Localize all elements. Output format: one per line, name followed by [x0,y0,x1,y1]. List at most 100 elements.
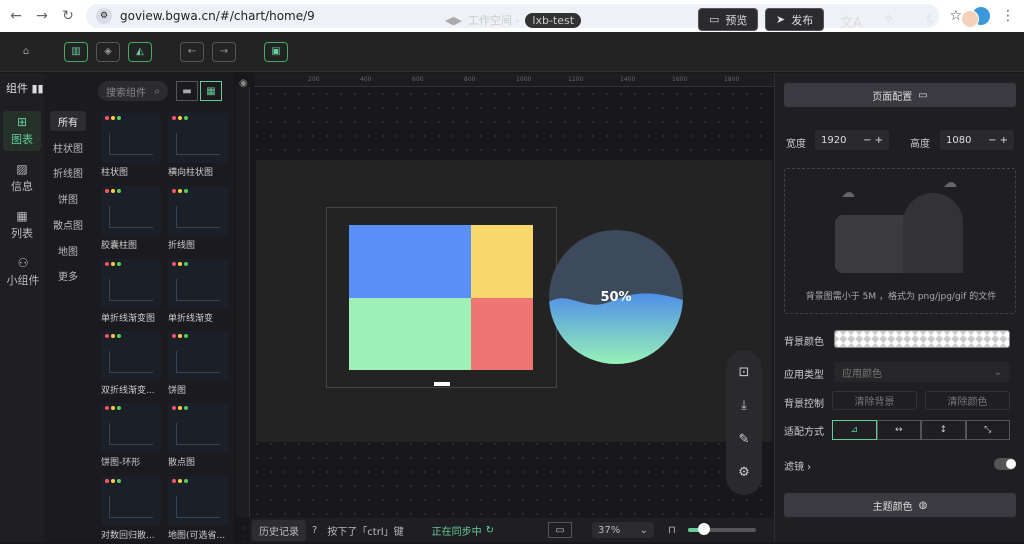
fit-fill-icon[interactable]: ⤡ [965,420,1010,440]
forward-icon[interactable]: → [34,8,50,24]
quadrant-red [471,298,533,370]
component-thumbnail [101,186,161,236]
window-dots-icon [105,479,121,483]
subcat-bar[interactable]: 柱状图 [50,137,86,157]
minus-plus-icon[interactable]: − + [863,135,883,146]
bg-control-label: 背景控制 [784,399,824,410]
width-input[interactable]: 1920 − + [815,130,889,150]
subcat-line[interactable]: 折线图 [50,162,86,182]
window-dots-icon [105,189,121,193]
horizontal-ruler: 200 400 600 800 1000 1200 1400 1600 1800 [254,73,774,87]
subcat-scatter[interactable]: 散点图 [50,214,86,234]
component-thumbnail [101,331,161,381]
home-icon[interactable]: ⌂ [14,42,38,62]
bookmark-star-icon[interactable]: ☆ [949,8,962,24]
component-card[interactable]: 横向柱状图 [168,113,228,181]
lock-icon[interactable]: ⊓ [668,525,676,536]
browser-menu-icon[interactable]: ⋮ [1000,8,1016,24]
category-info[interactable]: ▨ 信息 [3,158,41,198]
page-config-tab[interactable]: 页面配置 ▭ [784,83,1016,107]
width-label: 宽度 [786,139,806,150]
project-name[interactable]: lxb-test [525,12,582,28]
bg-color-picker[interactable] [834,330,1010,348]
subcat-all[interactable]: 所有 [50,111,86,131]
component-card[interactable]: 柱状图 [101,113,161,181]
minimap-toggle-icon[interactable]: ▭ [548,522,573,538]
ruler-tick: 1800 [724,76,740,83]
ruler-tick: 600 [412,76,424,83]
zoom-slider[interactable] [687,523,756,535]
component-card[interactable]: 胶囊柱图 [101,186,161,254]
category-chart[interactable]: ⊞ 图表 [3,111,41,151]
app-type-select[interactable]: 应用颜色 ⌄ [834,362,1010,382]
clear-color-button[interactable]: 清除颜色 [925,391,1010,410]
bag-icon[interactable]: ⊡ [739,365,750,380]
filter-toggle[interactable] [994,458,1016,470]
list-view-toggle[interactable]: ▬ [176,81,198,101]
water-ball-percent: 50% [600,290,632,305]
background-upload[interactable]: ☁ ☁ 背景图需小于 5M ，格式为 png/jpg/gif 的文件 [784,168,1016,314]
undo-icon[interactable]: ← [180,41,204,62]
component-card[interactable]: 双折线渐变... [101,331,161,399]
window-dots-icon [172,479,188,483]
window-dots-icon [105,334,121,338]
back-icon[interactable]: ← [8,8,24,24]
ruler-tick: 1200 [568,76,584,83]
component-card[interactable]: 散点图 [168,403,228,471]
ruler-tick: 400 [360,76,372,83]
eye-icon[interactable]: ◉ [239,78,248,89]
avatar[interactable] [961,10,979,28]
clear-bg-button[interactable]: 清除背景 [832,391,917,410]
edit-icon[interactable]: ✎ [739,432,750,447]
settings-icon[interactable]: ⚙ [738,465,750,480]
history-button[interactable]: 历史记录 [252,519,306,541]
chart-legend-marker [434,382,450,386]
send-icon: ➤ [776,13,786,26]
component-card[interactable]: 单折线渐变图 [101,259,161,327]
save-icon[interactable]: ▣ [264,41,288,62]
help-icon[interactable]: ? [312,525,317,536]
preview-button[interactable]: ▭ 预览 [698,8,759,31]
component-card[interactable]: 饼图-环形 [101,403,161,471]
subcat-pie[interactable]: 饼图 [50,188,86,208]
mini-chart-icon [109,206,153,228]
reload-icon[interactable]: ↻ [60,8,76,24]
component-thumbnail [101,476,161,526]
site-settings-icon[interactable]: ⚙ [96,8,112,24]
category-list[interactable]: ▦ 列表 [3,205,41,245]
filter-label[interactable]: 滤镜 › [784,458,811,473]
zoom-select[interactable]: 37% ⌄ [592,522,655,538]
upload-hint: 背景图需小于 5M ，格式为 png/jpg/gif 的文件 [805,292,997,302]
theme-color-tab[interactable]: 主题颜色 ◍ [784,493,1016,517]
subcat-map[interactable]: 地图 [50,240,86,260]
fit-height-icon[interactable]: ↕ [921,420,966,440]
quadrant-chart-component[interactable] [326,207,557,388]
download-icon[interactable]: ⤓ [741,398,747,413]
subcat-more[interactable]: 更多 [50,265,86,285]
component-card[interactable]: 折线图 [168,186,228,254]
zoom-slider-handle[interactable] [697,523,710,535]
monitor-icon: ▭ [918,89,928,101]
component-card[interactable]: 对数回归散... [101,476,161,544]
publish-button[interactable]: ➤ 发布 [765,8,825,31]
component-card[interactable]: 单折线渐变 [168,259,228,327]
fit-auto-icon[interactable]: ⊿ [832,420,877,440]
magic-wand-icon[interactable]: ✧ [883,12,894,27]
dark-mode-icon[interactable]: ☾ [926,12,938,27]
minus-plus-icon[interactable]: − + [988,135,1008,146]
layers-toggle-icon[interactable]: ◈ [96,41,120,62]
redo-icon[interactable]: → [212,41,236,62]
fit-width-icon[interactable]: ↔ [876,420,921,440]
height-input[interactable]: 1080 − + [940,130,1014,150]
window-dots-icon [172,262,188,266]
chart-layer-toggle-icon[interactable]: ▥ [64,41,88,62]
water-ball-chart[interactable]: 50% [549,230,683,364]
component-card[interactable]: 饼图 [168,331,228,399]
category-widget[interactable]: ⚇ 小组件 [3,252,43,292]
translate-icon[interactable]: 文A [840,12,862,31]
search-input[interactable]: 搜索组件 ⌕ [98,81,168,101]
grid-view-toggle[interactable]: ▦ [200,81,222,101]
component-label: 双折线渐变... [101,386,155,396]
details-toggle-icon[interactable]: ◭ [128,41,152,62]
component-card[interactable]: 地图(可选省... [168,476,228,544]
